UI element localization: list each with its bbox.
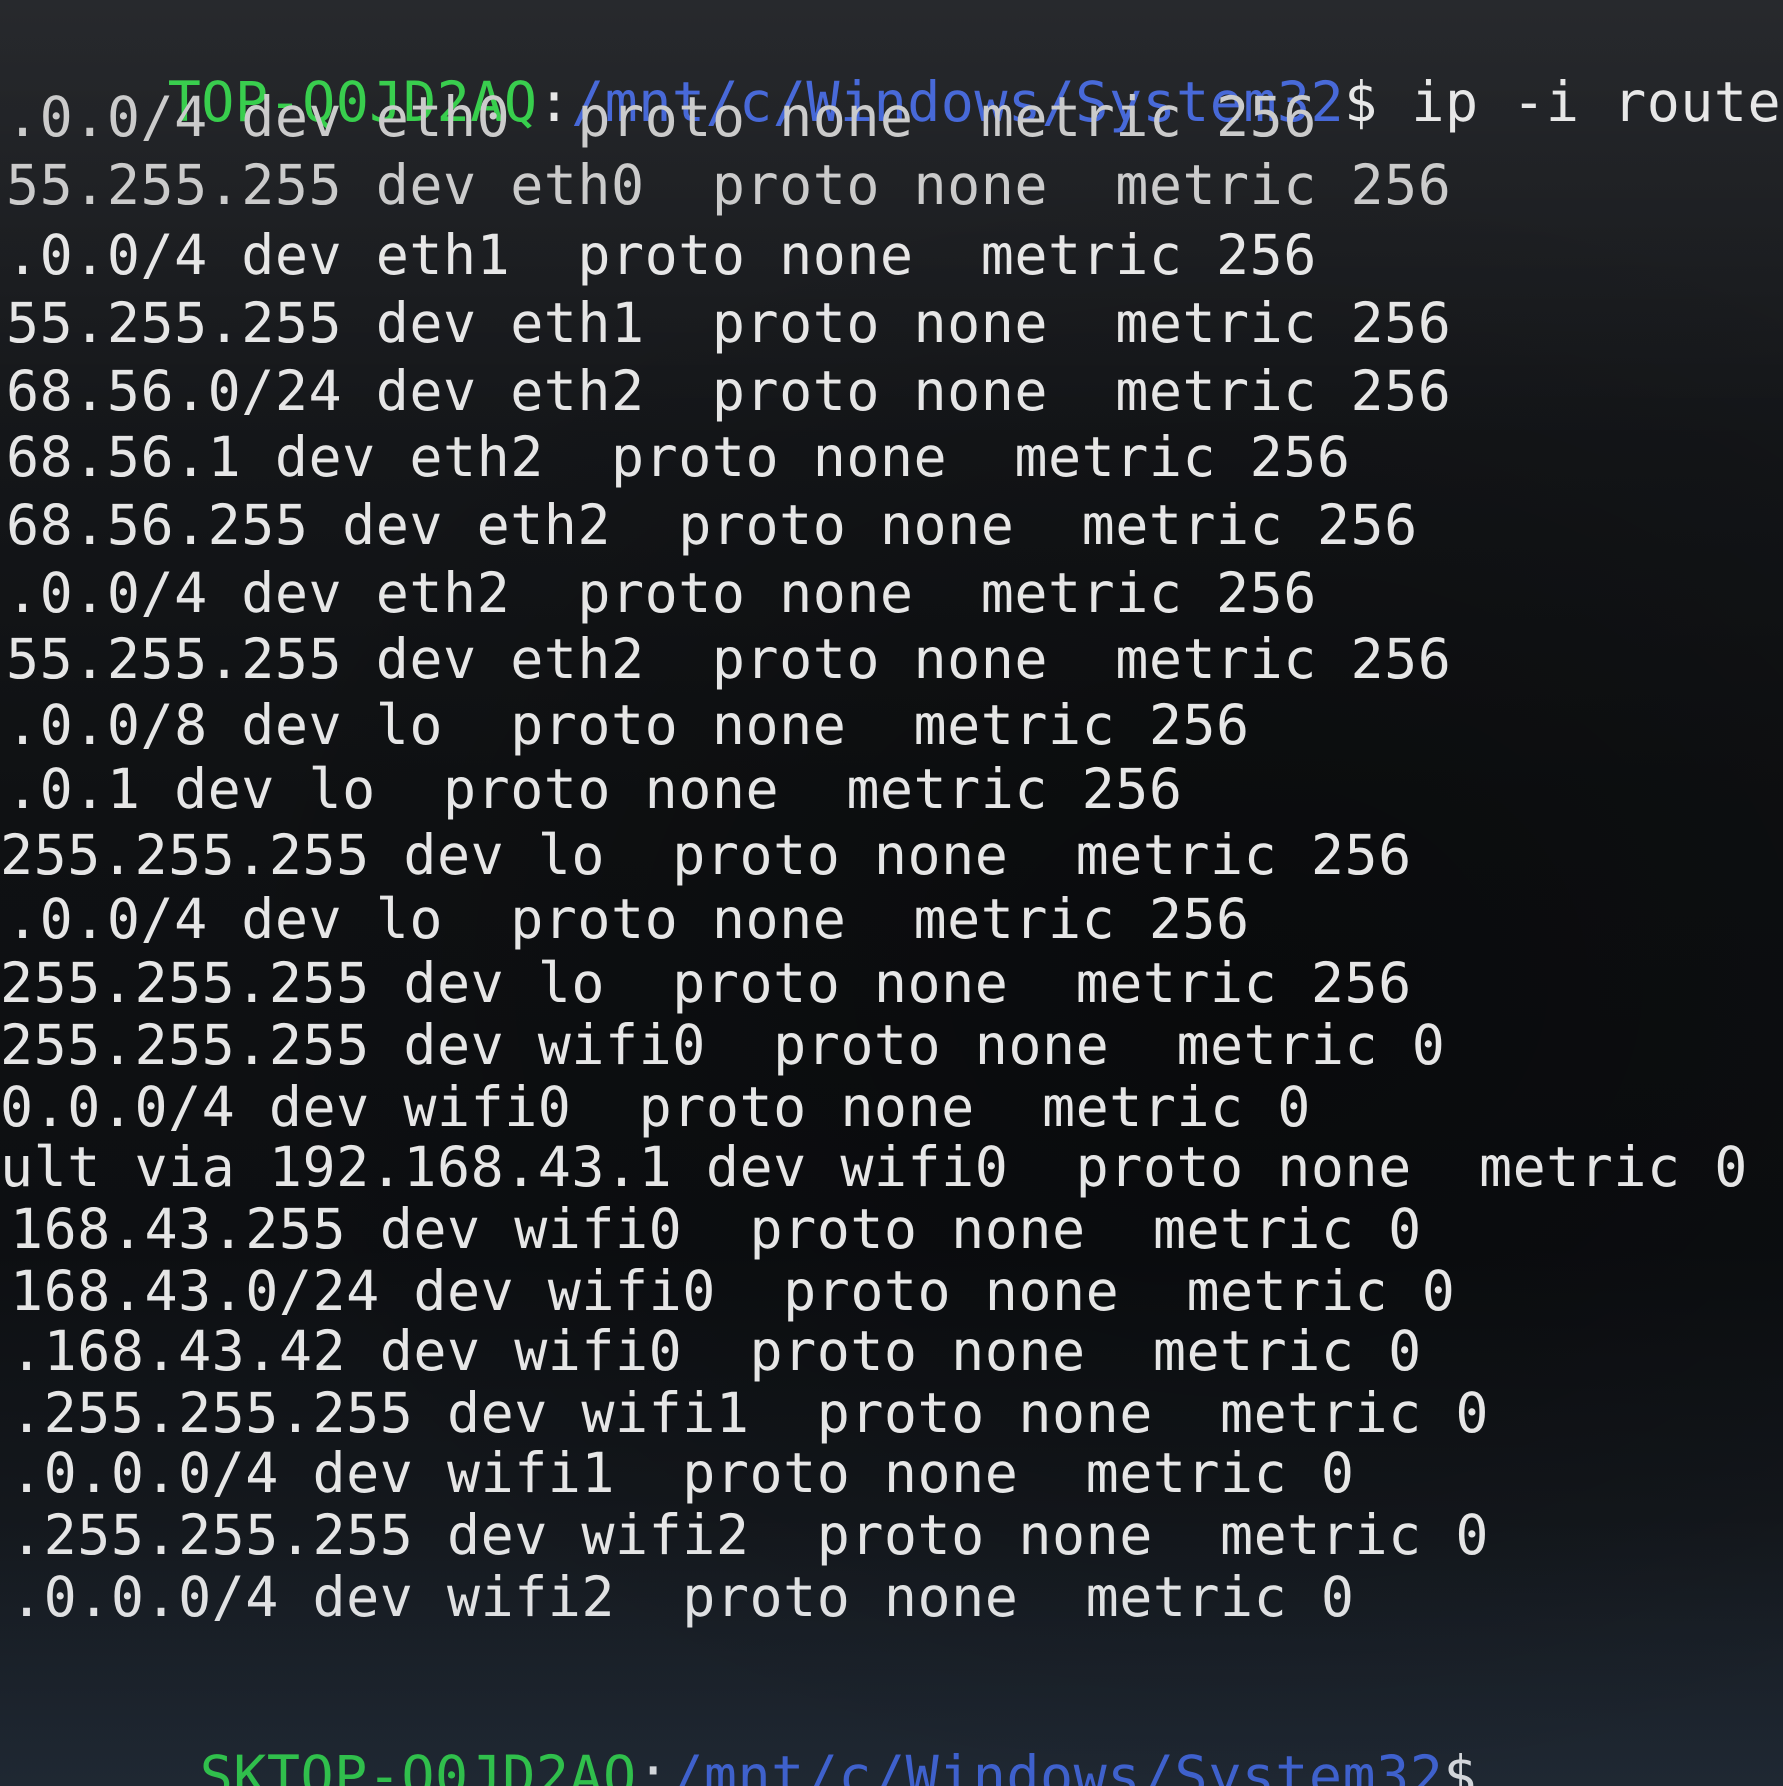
prompt-path: /mnt/c/Windows/System32 xyxy=(670,1744,1444,1786)
route-line: .0.0/4 dev eth1 proto none metric 256 xyxy=(6,223,1317,287)
route-line: 255.255.255 dev lo proto none metric 256 xyxy=(0,823,1412,887)
route-line: 55.255.255 dev eth2 proto none metric 25… xyxy=(6,627,1452,691)
route-line: 68.56.1 dev eth2 proto none metric 256 xyxy=(6,425,1351,489)
route-line: .168.43.42 dev wifi0 proto none metric 0 xyxy=(10,1319,1422,1383)
route-line: .0.0/4 dev eth2 proto none metric 256 xyxy=(6,561,1317,625)
route-line: .0.0.0/4 dev wifi2 proto none metric 0 xyxy=(10,1565,1355,1629)
route-line: .255.255.255 dev wifi2 proto none metric… xyxy=(10,1503,1489,1567)
prompt-user: SKTOP-Q0JD2AQ xyxy=(199,1744,637,1786)
route-line: .0.0.0/4 dev wifi1 proto none metric 0 xyxy=(10,1441,1355,1505)
terminal-output[interactable]: TOP-Q0JD2AQ:/mnt/c/Windows/System32$ ip … xyxy=(0,6,1783,1786)
route-line: 168.43.0/24 dev wifi0 proto none metric … xyxy=(10,1259,1456,1323)
prompt-line-bottom[interactable]: SKTOP-Q0JD2AQ:/mnt/c/Windows/System32$ xyxy=(0,1694,1521,1786)
prompt-dollar: $ xyxy=(1443,1744,1478,1786)
route-line: 55.255.255 dev eth1 proto none metric 25… xyxy=(6,291,1452,355)
route-line: 255.255.255 dev lo proto none metric 256 xyxy=(0,951,1412,1015)
route-line: 0.0.0/4 dev wifi0 proto none metric 0 xyxy=(0,1075,1311,1139)
route-line: 68.56.255 dev eth2 proto none metric 256 xyxy=(6,493,1418,557)
command-text: ip -i route xyxy=(1377,70,1782,134)
route-line: 68.56.0/24 dev eth2 proto none metric 25… xyxy=(6,359,1452,423)
terminal-window[interactable]: TOP-Q0JD2AQ:/mnt/c/Windows/System32$ ip … xyxy=(0,0,1783,1786)
route-line: .0.0/4 dev eth0 proto none metric 256 xyxy=(6,85,1317,149)
route-line: 255.255.255 dev wifi0 proto none metric … xyxy=(0,1013,1446,1077)
route-line: 55.255.255 dev eth0 proto none metric 25… xyxy=(6,153,1452,217)
route-line: .0.0/8 dev lo proto none metric 256 xyxy=(6,693,1250,757)
route-line: .0.1 dev lo proto none metric 256 xyxy=(6,757,1183,821)
prompt-dollar: $ xyxy=(1344,70,1378,134)
route-line: 168.43.255 dev wifi0 proto none metric 0 xyxy=(10,1197,1422,1261)
route-line: .255.255.255 dev wifi1 proto none metric… xyxy=(10,1381,1489,1445)
prompt-separator: : xyxy=(636,1744,671,1786)
route-line: .0.0/4 dev lo proto none metric 256 xyxy=(6,887,1250,951)
route-line: ult via 192.168.43.1 dev wifi0 proto non… xyxy=(0,1135,1748,1199)
